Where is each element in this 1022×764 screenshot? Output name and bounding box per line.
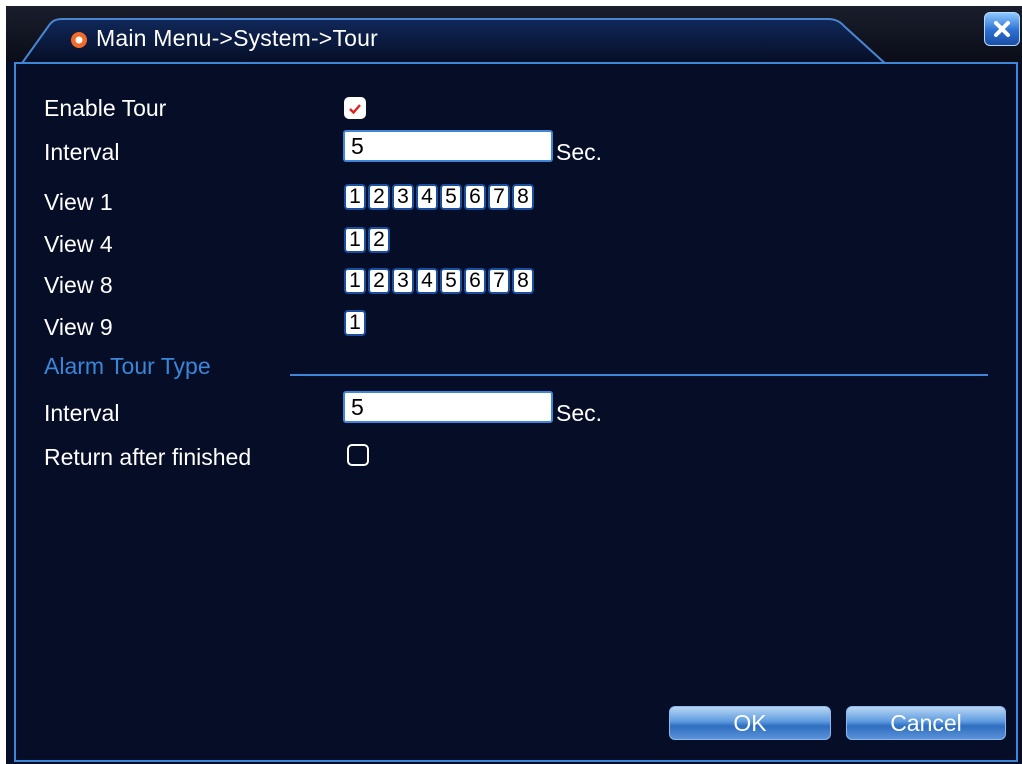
enable-tour-checkbox[interactable] <box>344 97 366 119</box>
view9-channel-1[interactable]: 1 <box>344 310 366 336</box>
gear-icon <box>71 32 87 48</box>
tour-settings-window: Main Menu->System->Tour Enable Tour Inte… <box>6 6 1022 764</box>
view1-channel-row: 1 2 3 4 5 6 7 8 <box>344 184 534 210</box>
view8-channel-7[interactable]: 7 <box>488 268 510 294</box>
alarm-interval-label: Interval <box>44 400 120 426</box>
alarm-interval-input[interactable]: 5 <box>343 391 553 423</box>
view1-channel-8[interactable]: 8 <box>512 184 534 210</box>
view8-channel-8[interactable]: 8 <box>512 268 534 294</box>
return-after-finished-checkbox[interactable] <box>347 444 369 466</box>
view4-channel-row: 1 2 <box>344 227 390 253</box>
alarm-interval-unit: Sec. <box>556 400 603 426</box>
view8-label: View 8 <box>44 272 113 298</box>
view4-label: View 4 <box>44 231 113 257</box>
view8-channel-6[interactable]: 6 <box>464 268 486 294</box>
view1-channel-4[interactable]: 4 <box>416 184 438 210</box>
view8-channel-2[interactable]: 2 <box>368 268 390 294</box>
view4-channel-2[interactable]: 2 <box>368 227 390 253</box>
view1-channel-7[interactable]: 7 <box>488 184 510 210</box>
section-divider <box>290 374 988 376</box>
alarm-tour-type-heading: Alarm Tour Type <box>44 353 211 379</box>
window-title: Main Menu->System->Tour <box>96 25 378 51</box>
view9-channel-row: 1 <box>344 310 366 336</box>
return-after-finished-label: Return after finished <box>44 444 252 470</box>
view1-channel-5[interactable]: 5 <box>440 184 462 210</box>
interval-label: Interval <box>44 139 120 165</box>
cancel-button[interactable]: Cancel <box>846 706 1006 740</box>
view1-channel-3[interactable]: 3 <box>392 184 414 210</box>
interval-unit: Sec. <box>556 139 603 165</box>
view8-channel-1[interactable]: 1 <box>344 268 366 294</box>
enable-tour-label: Enable Tour <box>44 95 167 121</box>
title-bar: Main Menu->System->Tour <box>6 6 1022 66</box>
interval-input[interactable]: 5 <box>343 130 553 162</box>
ok-button[interactable]: OK <box>669 706 831 740</box>
close-icon <box>994 21 1010 37</box>
view1-channel-2[interactable]: 2 <box>368 184 390 210</box>
view1-channel-6[interactable]: 6 <box>464 184 486 210</box>
view8-channel-3[interactable]: 3 <box>392 268 414 294</box>
view8-channel-row: 1 2 3 4 5 6 7 8 <box>344 268 534 294</box>
view1-channel-1[interactable]: 1 <box>344 184 366 210</box>
close-button[interactable] <box>984 12 1020 46</box>
view1-label: View 1 <box>44 189 113 215</box>
view8-channel-5[interactable]: 5 <box>440 268 462 294</box>
checkmark-icon <box>349 104 361 115</box>
view9-label: View 9 <box>44 314 113 340</box>
view4-channel-1[interactable]: 1 <box>344 227 366 253</box>
view8-channel-4[interactable]: 4 <box>416 268 438 294</box>
